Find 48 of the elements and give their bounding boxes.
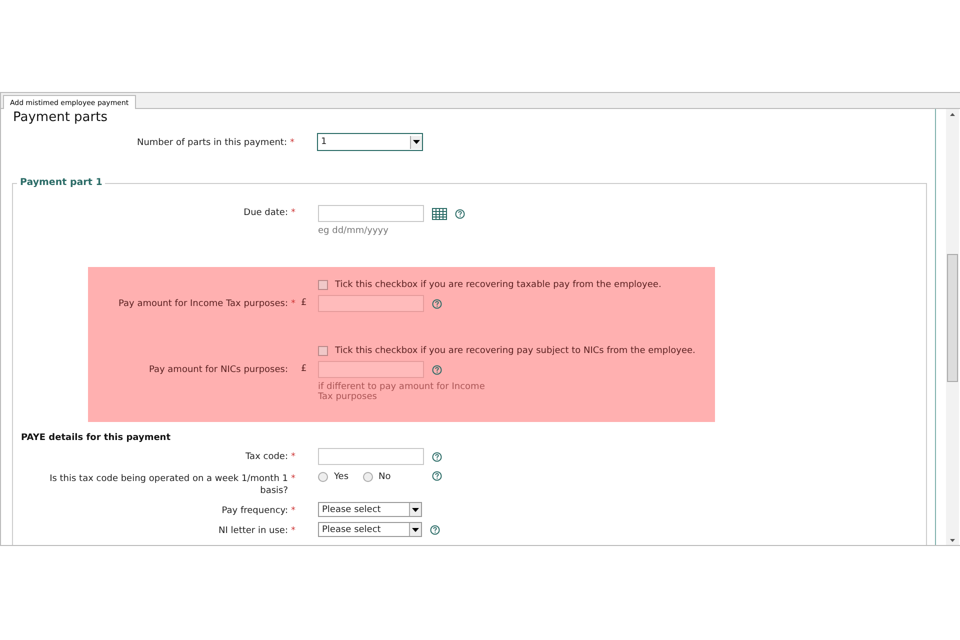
- currency-symbol: £: [301, 297, 308, 308]
- vertical-scrollbar[interactable]: [946, 109, 959, 545]
- fieldset-legend: Payment part 1: [17, 177, 106, 188]
- amount-field[interactable]: [318, 361, 424, 378]
- subsection-heading: PAYE details for this payment: [21, 433, 172, 443]
- scroll-up-icon[interactable]: [950, 113, 955, 116]
- checkbox-label: Tick this checkbox if you are recovering pay subject to NICs from the employee.: [335, 346, 696, 356]
- checkbox[interactable]: [318, 346, 328, 356]
- field-label: Tax code:: [246, 451, 288, 463]
- field-label: Number of parts in this payment:: [136, 137, 287, 149]
- required-mark: *: [291, 505, 296, 517]
- field-label: NI letter in use:: [218, 525, 288, 537]
- field-label: Pay frequency:: [222, 505, 288, 517]
- help-icon[interactable]: [455, 208, 465, 218]
- field-label: Due date:: [244, 207, 288, 219]
- scrollbar-thumb[interactable]: [947, 254, 958, 382]
- radio-button[interactable]: [362, 472, 373, 482]
- section-heading: Payment parts: [12, 109, 108, 127]
- dropdown-select[interactable]: Please select: [318, 502, 422, 517]
- field-label: Pay amount for Income Tax purposes:: [118, 298, 288, 310]
- required-mark: *: [291, 451, 296, 463]
- help-icon[interactable]: [432, 364, 442, 374]
- parts-count-select[interactable]: 1: [317, 133, 423, 151]
- checkbox[interactable]: [318, 280, 328, 290]
- required-mark: *: [291, 473, 296, 486]
- required-mark: *: [291, 525, 296, 537]
- required-mark: *: [291, 298, 296, 310]
- required-mark: *: [290, 137, 296, 149]
- calendar-icon[interactable]: [432, 208, 447, 220]
- field-hint: eg dd/mm/yyyy: [318, 226, 390, 236]
- radio-button[interactable]: [318, 472, 328, 482]
- checkbox-label: Tick this checkbox if you are recovering taxable pay from the employee.: [335, 280, 662, 290]
- help-icon[interactable]: [430, 524, 440, 534]
- field-hint: if different to pay amount for Income Tax purposes: [318, 382, 486, 402]
- currency-symbol: £: [301, 363, 308, 374]
- dropdown-select[interactable]: Please select: [318, 522, 422, 537]
- help-icon[interactable]: [432, 471, 442, 481]
- help-icon[interactable]: [432, 452, 442, 462]
- field-label: Pay amount for NICs purposes:: [148, 364, 288, 376]
- radio-label: No: [378, 472, 391, 482]
- scroll-down-icon[interactable]: [950, 539, 955, 542]
- amount-field[interactable]: [318, 295, 424, 312]
- required-mark: *: [291, 207, 296, 219]
- field-label: Is this tax code being operated on a week 1/month 1 basis?: [48, 473, 288, 497]
- due-date-field[interactable]: [318, 205, 424, 222]
- radio-label: Yes: [334, 472, 349, 482]
- tax-code-field[interactable]: [318, 448, 424, 465]
- help-icon[interactable]: [432, 298, 442, 308]
